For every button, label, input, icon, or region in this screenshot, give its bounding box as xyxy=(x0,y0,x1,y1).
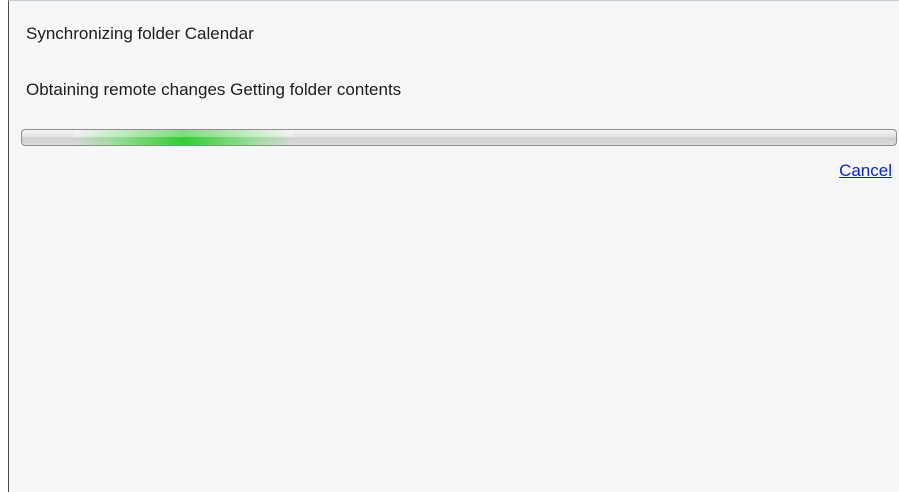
sync-title-label: Synchronizing folder Calendar xyxy=(26,24,254,43)
sync-detail-label: Obtaining remote changes Getting folder … xyxy=(26,80,402,99)
sync-progress-bar xyxy=(21,129,897,146)
sync-status-panel: Synchronizing folder Calendar Obtaining … xyxy=(8,0,899,492)
cancel-link[interactable]: Cancel xyxy=(839,161,892,181)
progress-marquee-glow xyxy=(74,130,293,145)
